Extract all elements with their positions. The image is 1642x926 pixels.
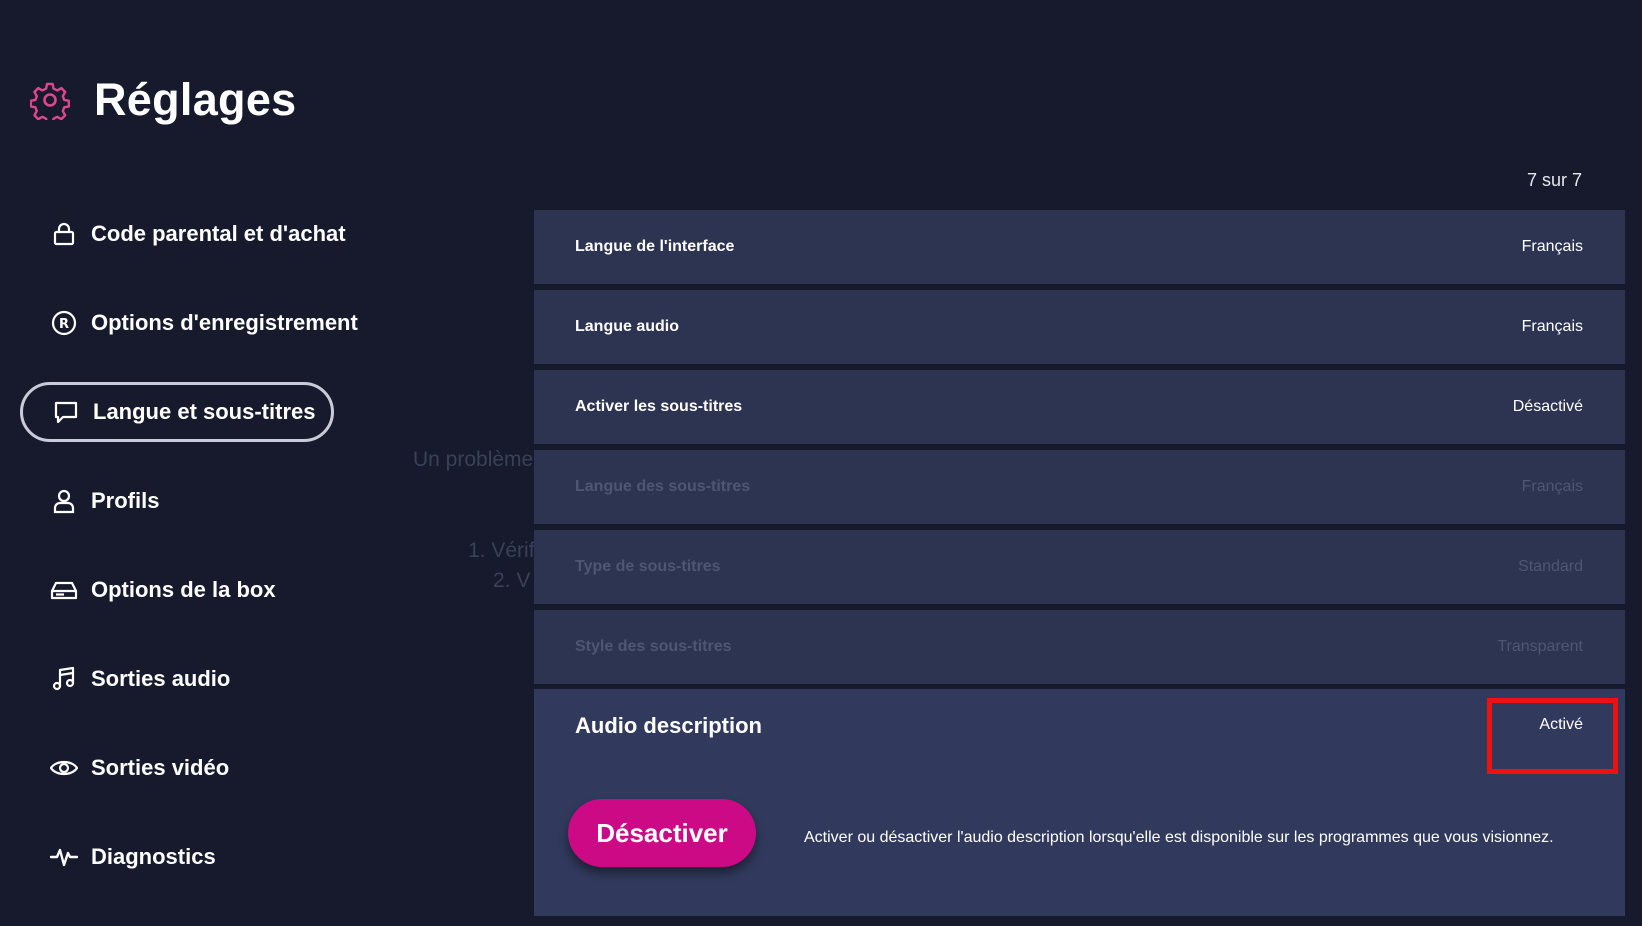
sidebar-item-language-subtitles[interactable]: Langue et sous-titres	[20, 382, 334, 442]
setting-label: Audio description	[575, 713, 762, 738]
sidebar-item-profiles[interactable]: Profils	[20, 471, 334, 531]
sidebar-item-diagnostics[interactable]: Diagnostics	[20, 827, 334, 887]
setting-label: Type de sous-titres	[575, 558, 721, 575]
sidebar-item-label: Options de la box	[91, 577, 276, 602]
eye-icon	[50, 754, 78, 782]
setting-row-audio-language[interactable]: Langue audio Français	[534, 290, 1625, 364]
speech-bubble-icon	[52, 398, 80, 426]
sidebar-item-label: Options d'enregistrement	[91, 310, 358, 335]
sidebar-item-label: Diagnostics	[91, 844, 216, 869]
svg-text:R: R	[59, 317, 69, 332]
box-icon	[50, 576, 78, 604]
setting-value-audio-description: Activé	[1539, 716, 1583, 733]
setting-row-interface-language[interactable]: Langue de l'interface Français	[534, 210, 1625, 284]
setting-row-subtitle-type: Type de sous-titres Standard	[534, 530, 1625, 604]
setting-value: Standard	[1518, 558, 1583, 575]
sidebar-item-label: Profils	[91, 488, 160, 513]
sidebar-item-recording-options[interactable]: R Options d'enregistrement	[20, 293, 358, 353]
setting-value: Français	[1521, 238, 1583, 255]
setting-value: Désactivé	[1512, 398, 1583, 415]
settings-screen: Un problème 1. Vérif 2. V Réglages Code …	[0, 0, 1642, 926]
lock-icon	[50, 220, 78, 248]
setting-value: Français	[1521, 318, 1583, 335]
sidebar-item-video-outputs[interactable]: Sorties vidéo	[20, 738, 334, 798]
setting-label: Langue des sous-titres	[575, 478, 751, 495]
person-icon	[50, 487, 78, 515]
sidebar-item-label: Langue et sous-titres	[93, 399, 316, 424]
sidebar-item-parental-code[interactable]: Code parental et d'achat	[20, 204, 346, 264]
setting-row-audio-description-expanded: Audio description Activé Désactiver Acti…	[534, 689, 1625, 916]
music-note-icon	[50, 665, 78, 693]
setting-label: Activer les sous-titres	[575, 398, 743, 415]
sidebar-item-label: Sorties vidéo	[91, 755, 230, 780]
sidebar-nav: Code parental et d'achat R Options d'enr…	[0, 0, 500, 926]
setting-description: Activer ou désactiver l'audio descriptio…	[804, 829, 1554, 846]
setting-label: Langue de l'interface	[575, 238, 735, 255]
sidebar-item-audio-outputs[interactable]: Sorties audio	[20, 649, 334, 709]
sidebar-item-label: Sorties audio	[91, 666, 231, 691]
page-counter: 7 sur 7	[1526, 170, 1582, 190]
record-icon: R	[50, 309, 78, 337]
deactivate-button[interactable]: Désactiver	[568, 799, 756, 867]
setting-value: Français	[1521, 478, 1583, 495]
pulse-icon	[50, 843, 78, 871]
setting-row-subtitle-style: Style des sous-titres Transparent	[534, 610, 1625, 684]
setting-label: Langue audio	[575, 318, 679, 335]
setting-row-subtitle-language: Langue des sous-titres Français	[534, 450, 1625, 524]
setting-label: Style des sous-titres	[575, 638, 732, 655]
sidebar-item-label: Code parental et d'achat	[91, 221, 346, 246]
setting-value: Transparent	[1497, 638, 1583, 655]
sidebar-item-box-options[interactable]: Options de la box	[20, 560, 334, 620]
setting-row-enable-subtitles[interactable]: Activer les sous-titres Désactivé	[534, 370, 1625, 444]
